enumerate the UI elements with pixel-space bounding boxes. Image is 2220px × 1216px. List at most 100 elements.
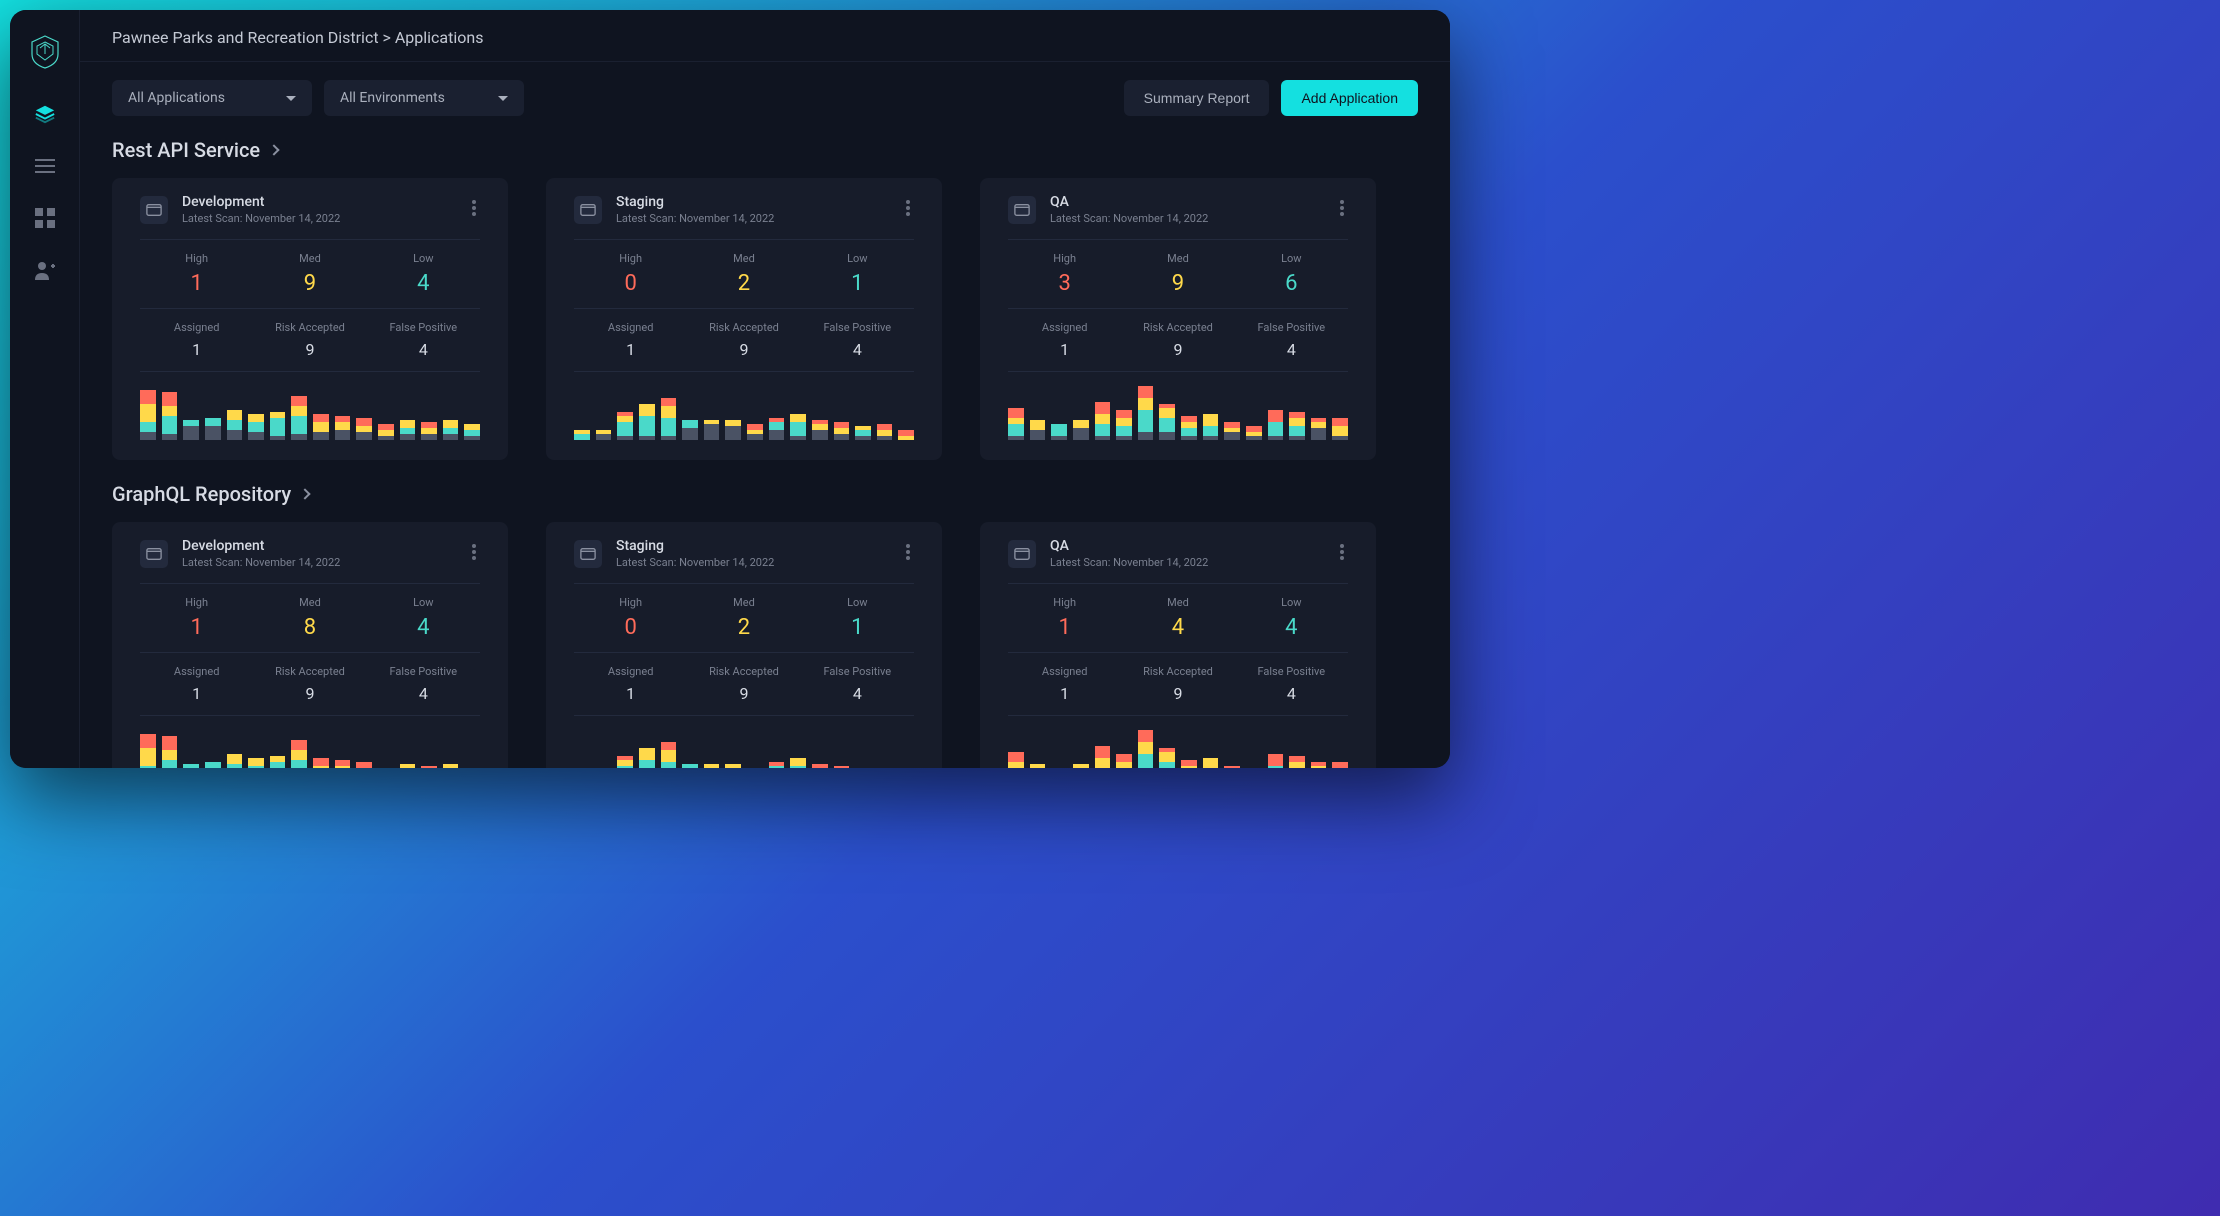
card-env-name: Development — [182, 538, 454, 554]
card-kebab-menu[interactable] — [468, 540, 480, 568]
environment-card[interactable]: QALatest Scan: November 14, 2022High3Med… — [980, 178, 1376, 460]
label-risk-accepted: Risk Accepted — [1121, 665, 1234, 678]
card-kebab-menu[interactable] — [1336, 540, 1348, 568]
add-application-button[interactable]: Add Application — [1281, 80, 1418, 116]
bar-column — [790, 414, 806, 440]
bar-column — [790, 758, 806, 768]
status-stats: Assigned1Risk Accepted9False Positive4 — [1008, 309, 1348, 372]
value-high: 1 — [1008, 615, 1121, 640]
card-env-name: QA — [1050, 538, 1322, 554]
label-high: High — [574, 252, 687, 265]
label-med: Med — [253, 252, 366, 265]
status-stats: Assigned1Risk Accepted9False Positive4 — [574, 309, 914, 372]
bar-column — [313, 414, 329, 440]
value-false-positive: 4 — [367, 340, 480, 359]
application-section: Rest API ServiceDevelopmentLatest Scan: … — [80, 124, 1450, 468]
bar-column — [639, 748, 655, 768]
bar-column — [725, 420, 741, 440]
value-false-positive: 4 — [801, 684, 914, 703]
label-false-positive: False Positive — [801, 321, 914, 334]
environment-card[interactable]: StagingLatest Scan: November 14, 2022Hig… — [546, 522, 942, 768]
bar-column — [1008, 408, 1024, 440]
bar-column — [400, 420, 416, 440]
app-window: Pawnee Parks and Recreation District > A… — [10, 10, 1450, 768]
environment-card[interactable]: StagingLatest Scan: November 14, 2022 Hig… — [546, 178, 942, 460]
bar-column — [1008, 752, 1024, 768]
bar-column — [1073, 420, 1089, 440]
card-kebab-menu[interactable] — [1336, 196, 1348, 224]
nav-grid[interactable] — [33, 206, 57, 230]
bar-column — [400, 764, 416, 768]
environment-card[interactable]: DevelopmentLatest Scan: November 14, 202… — [112, 522, 508, 768]
bar-column — [1116, 754, 1132, 768]
mini-bar-chart — [574, 384, 914, 440]
bar-column — [617, 412, 633, 440]
bar-column — [1311, 418, 1327, 440]
value-false-positive: 4 — [367, 684, 480, 703]
breadcrumb[interactable]: Pawnee Parks and Recreation District > A… — [112, 28, 1418, 47]
bar-column — [1224, 422, 1240, 440]
label-risk-accepted: Risk Accepted — [687, 665, 800, 678]
bar-column — [205, 762, 221, 768]
label-high: High — [574, 596, 687, 609]
bar-column — [227, 754, 243, 768]
bar-column — [661, 742, 677, 768]
mini-bar-chart — [140, 384, 480, 440]
value-high: 3 — [1008, 271, 1121, 296]
nav-list[interactable] — [33, 154, 57, 178]
value-low: 4 — [367, 615, 480, 640]
label-high: High — [140, 596, 253, 609]
severity-stats: High1Med9Low4 — [140, 240, 480, 309]
value-assigned: 1 — [140, 340, 253, 359]
section-title[interactable]: Rest API Service — [112, 138, 1418, 162]
value-high: 1 — [140, 615, 253, 640]
bar-column — [1138, 730, 1154, 768]
value-med: 9 — [1121, 271, 1234, 296]
section-title[interactable]: GraphQL Repository — [112, 482, 1418, 506]
sidebar — [10, 10, 80, 768]
label-low: Low — [367, 596, 480, 609]
bar-column — [270, 412, 286, 440]
terminal-icon — [140, 196, 168, 224]
value-assigned: 1 — [1008, 340, 1121, 359]
caret-down-icon — [286, 96, 296, 101]
label-risk-accepted: Risk Accepted — [253, 321, 366, 334]
label-med: Med — [1121, 596, 1234, 609]
filter-environments-dropdown[interactable]: All Environments — [324, 80, 524, 116]
card-latest-scan: Latest Scan: November 14, 2022 — [1050, 556, 1322, 569]
card-kebab-menu[interactable] — [902, 540, 914, 568]
label-med: Med — [253, 596, 366, 609]
bar-column — [682, 420, 698, 440]
bar-column — [1311, 762, 1327, 768]
bar-column — [140, 390, 156, 440]
environment-card[interactable]: DevelopmentLatest Scan: November 14, 202… — [112, 178, 508, 460]
nav-layers[interactable] — [33, 102, 57, 126]
environment-card[interactable]: QA Latest Scan: November 14, 2022 High 1Med… — [980, 522, 1376, 768]
card-kebab-menu[interactable] — [902, 196, 914, 224]
card-kebab-menu[interactable] — [468, 196, 480, 224]
mini-bar-chart — [1008, 728, 1348, 768]
bar-column — [877, 424, 893, 440]
bar-column — [1095, 746, 1111, 768]
bar-column — [747, 424, 763, 440]
label-false-positive: False Positive — [801, 665, 914, 678]
card-header: QA Latest Scan: November 14, 2022 — [1008, 538, 1348, 584]
nav-add-user[interactable] — [33, 258, 57, 282]
caret-down-icon — [498, 96, 508, 101]
bar-column — [1138, 386, 1154, 440]
value-risk-accepted: 9 — [687, 340, 800, 359]
label-high: High — [140, 252, 253, 265]
filter-applications-dropdown[interactable]: All Applications — [112, 80, 312, 116]
bar-column — [574, 430, 590, 440]
bar-column — [313, 758, 329, 768]
bar-column — [1224, 766, 1240, 768]
bar-column — [1246, 426, 1262, 440]
label-high: High — [1008, 596, 1121, 609]
card-header: StagingLatest Scan: November 14, 2022 — [574, 194, 914, 240]
summary-report-button[interactable]: Summary Report — [1124, 80, 1270, 116]
label-risk-accepted: Risk Accepted — [253, 665, 366, 678]
bar-column — [898, 430, 914, 440]
bar-column — [812, 420, 828, 440]
value-false-positive: 4 — [1235, 340, 1348, 359]
value-high: 1 — [140, 271, 253, 296]
